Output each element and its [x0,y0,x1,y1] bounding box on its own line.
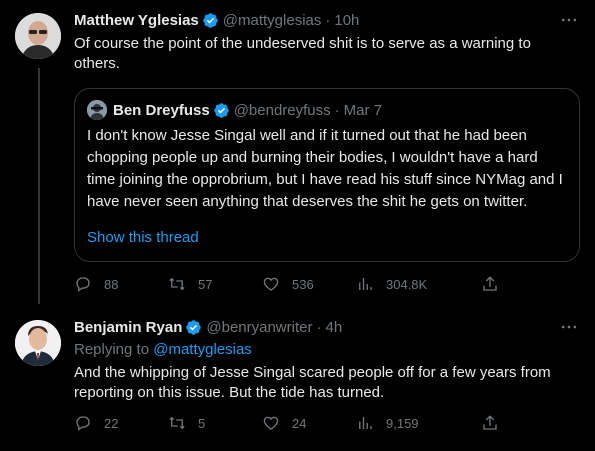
tweet-header: Benjamin Ryan @benryanwriter · 4h [74,319,342,336]
views-count: 304.8K [386,276,428,292]
tweet-text: And the whipping of Jesse Singal scared … [74,364,551,401]
replying-handle-link[interactable]: @mattyglesias [153,341,252,358]
share-icon[interactable] [481,275,499,293]
retweet-count: 57 [198,276,213,292]
views-icon [359,278,372,290]
verified-icon [213,102,229,118]
retweet-count: 5 [198,415,206,431]
like-icon [263,416,279,430]
author-handle[interactable]: @mattyglesias [223,12,322,29]
author-name[interactable]: Matthew Yglesias [74,12,199,29]
views-button[interactable]: 304.8K [356,275,450,293]
timestamp[interactable]: 4h [325,319,342,336]
like-count: 536 [292,276,314,292]
timestamp[interactable]: 10h [334,12,359,29]
reply-icon [76,416,90,431]
show-thread-link[interactable]: Show this thread [87,229,199,246]
action-bar: 22 5 24 9,159 [74,414,450,432]
share-icon[interactable] [481,414,499,432]
views-button[interactable]: 9,159 [356,414,450,432]
like-icon [263,277,279,291]
quote-timestamp: Mar 7 [343,101,382,119]
retweet-icon [169,277,185,291]
action-bar: 88 57 536 304.8K [74,275,450,293]
replying-to: Replying to @mattyglesias [74,341,252,358]
like-button[interactable]: 536 [262,275,356,293]
reply-count: 22 [104,415,119,431]
separator: · [316,319,322,336]
quote-avatar [87,100,107,120]
quote-author-handle: @bendreyfuss [233,101,331,119]
retweet-button[interactable]: 57 [168,275,262,293]
views-icon [359,417,372,429]
tweet-benjamin-ryan[interactable]: Benjamin Ryan @benryanwriter · 4h Replyi… [0,307,595,451]
like-count: 24 [292,415,307,431]
quote-text: I don't know Jesse Singal well and if it… [87,127,563,210]
author-handle[interactable]: @benryanwriter [206,319,312,336]
verified-icon [203,13,218,28]
views-count: 9,159 [386,415,419,431]
avatar[interactable] [15,13,61,59]
retweet-button[interactable]: 5 [168,414,262,432]
thread-line [38,68,40,304]
quoted-tweet[interactable]: Ben Dreyfuss @bendreyfuss · Mar 7 I don'… [74,88,580,262]
retweet-icon [169,416,185,430]
more-icon[interactable] [559,317,579,337]
quote-author-name: Ben Dreyfuss [113,101,210,119]
reply-count: 88 [104,276,119,292]
separator: · [334,101,340,119]
reply-button[interactable]: 22 [74,414,168,432]
quote-header: Ben Dreyfuss @bendreyfuss · Mar 7 [87,100,382,120]
reply-button[interactable]: 88 [74,275,168,293]
verified-icon [186,320,202,335]
author-name[interactable]: Benjamin Ryan [74,319,182,336]
more-icon[interactable] [559,10,579,30]
tweet-header: Matthew Yglesias @mattyglesias · 10h [74,12,359,29]
tweet-matthew-yglesias[interactable]: Matthew Yglesias @mattyglesias · 10h Of … [0,0,595,307]
reply-icon [76,277,90,292]
like-button[interactable]: 24 [262,414,356,432]
avatar[interactable] [15,320,61,366]
tweet-text: Of course the point of the undeserved sh… [74,35,531,72]
separator: · [325,12,331,29]
replying-prefix: Replying to [74,341,150,358]
